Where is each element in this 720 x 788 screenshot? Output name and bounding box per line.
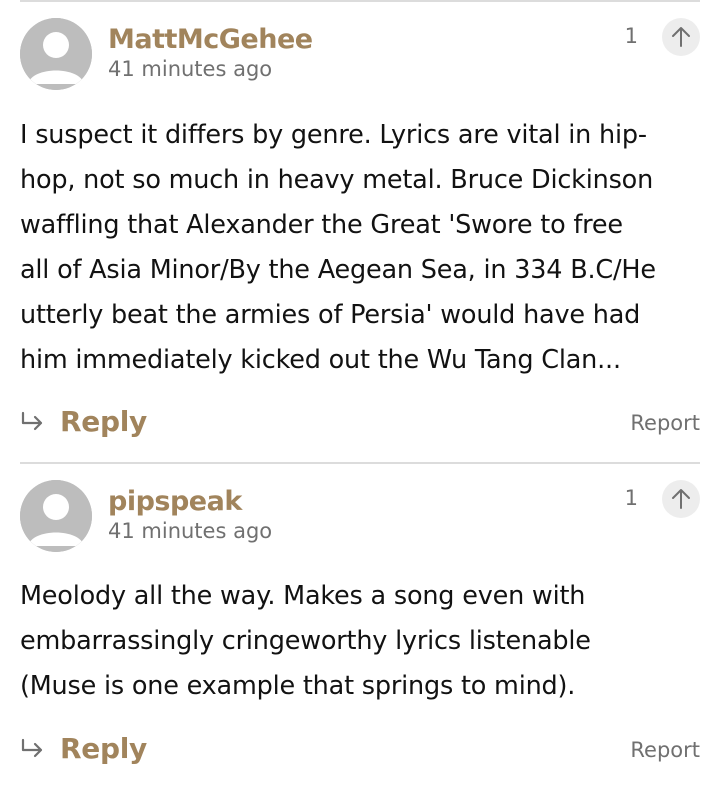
- reply-arrow-icon: [21, 738, 43, 757]
- comment-body: I suspect it differs by genre. Lyrics ar…: [20, 113, 710, 383]
- report-link[interactable]: Report: [630, 411, 700, 435]
- reply-arrow-icon: [21, 411, 43, 430]
- arrow-up-icon: [672, 27, 690, 47]
- reply-button[interactable]: Reply: [20, 405, 147, 438]
- comment-body-line: waffling that Alexander the Great 'Swore…: [20, 210, 623, 240]
- comment-body-line: (Muse is one example that springs to min…: [20, 671, 576, 701]
- report-link[interactable]: Report: [630, 738, 700, 762]
- upvote-button[interactable]: [662, 480, 700, 518]
- comment-body-line: embarrassingly cringeworthy lyrics liste…: [20, 626, 591, 656]
- comment-body-line: Meolody all the way. Makes a song even w…: [20, 581, 586, 611]
- comment-timestamp[interactable]: 41 minutes ago: [108, 57, 272, 81]
- comment-username[interactable]: MattMcGehee: [108, 24, 313, 55]
- comment: MattMcGehee 41 minutes ago 1 I suspect i…: [0, 0, 720, 460]
- upvote-button[interactable]: [662, 18, 700, 56]
- reply-button[interactable]: Reply: [20, 732, 147, 765]
- comment-body-line: all of Asia Minor/By the Aegean Sea, in …: [20, 255, 656, 285]
- comment-timestamp[interactable]: 41 minutes ago: [108, 519, 272, 543]
- upvote-count: 1: [624, 24, 638, 48]
- avatar[interactable]: [20, 480, 92, 552]
- reply-label[interactable]: Reply: [60, 732, 147, 765]
- reply-label[interactable]: Reply: [60, 405, 147, 438]
- comment-body: Meolody all the way. Makes a song even w…: [20, 574, 710, 709]
- comment: pipspeak 41 minutes ago 1 Meolody all th…: [0, 462, 720, 788]
- comment-body-line: him immediately kicked out the Wu Tang C…: [20, 345, 621, 375]
- comment-body-line: hop, not so much in heavy metal. Bruce D…: [20, 165, 654, 195]
- comment-body-line: utterly beat the armies of Persia' would…: [20, 300, 641, 330]
- user-avatar-icon: [20, 18, 92, 90]
- arrow-up-icon: [672, 489, 690, 509]
- avatar[interactable]: [20, 18, 92, 90]
- upvote-count: 1: [624, 486, 638, 510]
- user-avatar-icon: [20, 480, 92, 552]
- comment-body-line: I suspect it differs by genre. Lyrics ar…: [20, 120, 647, 150]
- comment-username[interactable]: pipspeak: [108, 486, 242, 517]
